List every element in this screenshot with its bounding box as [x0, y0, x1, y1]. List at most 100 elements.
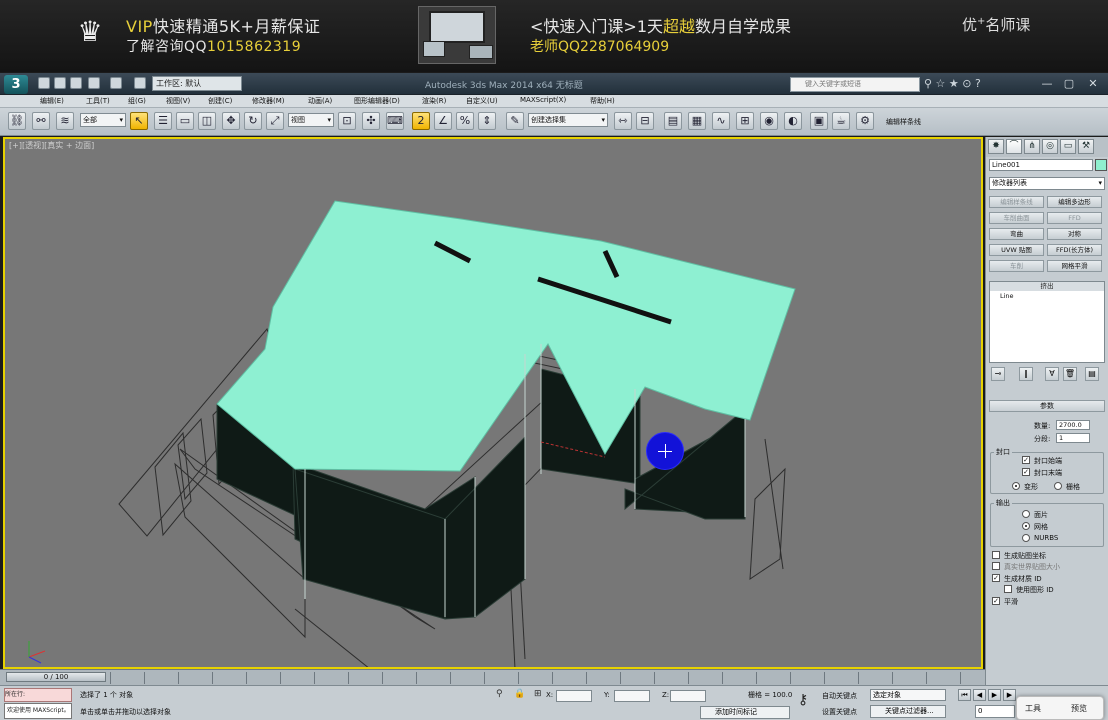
hierarchy-tab-icon[interactable]: ⋔ [1024, 139, 1040, 154]
y-coord-field[interactable] [614, 690, 650, 702]
mod-btn-ffd-box[interactable]: FFD(长方体) [1047, 244, 1102, 256]
use-shape-id-checkbox[interactable] [1004, 585, 1012, 593]
schematic-view-icon[interactable]: ⊞ [736, 112, 754, 130]
select-manipulate-icon[interactable]: ✣ [362, 112, 380, 130]
next-frame-icon[interactable]: ▶ [1003, 689, 1016, 701]
menu-help[interactable]: 帮助(H) [590, 96, 615, 106]
bind-space-warp-icon[interactable]: ≋ [56, 112, 74, 130]
key-target-dropdown[interactable]: 选定对象 [870, 689, 946, 701]
z-coord-field[interactable] [670, 690, 706, 702]
isolate-icon[interactable]: ⚲ [496, 689, 503, 699]
cap-end-checkbox[interactable]: ✓ [1022, 468, 1030, 476]
menu-graph-editors[interactable]: 图形编辑器(D) [354, 96, 400, 106]
modifier-stack[interactable]: 挤出 Line [989, 281, 1105, 363]
configure-sets-icon[interactable]: ▤ [1085, 367, 1099, 381]
patch-radio[interactable] [1022, 510, 1030, 518]
move-icon[interactable]: ✥ [222, 112, 240, 130]
project-folder-icon[interactable] [134, 77, 146, 89]
spinner-snap-icon[interactable]: ⇕ [478, 112, 496, 130]
remove-modifier-icon[interactable]: 🗑 [1063, 367, 1077, 381]
info-center-icons[interactable]: ⚲ ☆ ★ ⊙ ? [924, 77, 981, 90]
track-bar[interactable] [110, 672, 980, 684]
pivot-center-icon[interactable]: ⊡ [338, 112, 356, 130]
pin-stack-icon[interactable]: ⊸ [991, 367, 1005, 381]
window-crossing-icon[interactable]: ◫ [198, 112, 216, 130]
maximize-icon[interactable]: ▢ [1058, 75, 1080, 92]
scale-icon[interactable]: ⤢ [266, 112, 284, 130]
angle-snap-icon[interactable]: ∠ [434, 112, 452, 130]
mod-btn-symmetry[interactable]: 对称 [1047, 228, 1102, 240]
set-key-icon[interactable]: ⚷ [798, 692, 808, 708]
time-slider[interactable]: 0 / 100 [6, 672, 106, 682]
utilities-tab-icon[interactable]: ⚒ [1078, 139, 1094, 154]
redo-icon[interactable] [110, 77, 122, 89]
add-time-tag-button[interactable]: 添加时间标记 [700, 706, 790, 719]
minimize-icon[interactable]: — [1036, 75, 1058, 92]
render-setup-icon[interactable]: ◐ [784, 112, 802, 130]
render-iterative-icon[interactable]: ⚙ [856, 112, 874, 130]
morph-radio[interactable] [1012, 482, 1020, 490]
smooth-checkbox[interactable]: ✓ [992, 597, 1000, 605]
render-production-icon[interactable]: ☕ [832, 112, 850, 130]
modifier-list-dropdown[interactable]: 修改器列表 ▾ [989, 177, 1105, 190]
material-editor-icon[interactable]: ◉ [760, 112, 778, 130]
undo-icon[interactable] [88, 77, 100, 89]
edit-named-sel-icon[interactable]: ✎ [506, 112, 524, 130]
menu-rendering[interactable]: 渲染(R) [422, 96, 446, 106]
current-frame-field[interactable]: 0 [975, 705, 1015, 718]
real-world-map-checkbox[interactable] [992, 562, 1000, 570]
amount-spinner[interactable]: 2700.0 [1056, 420, 1090, 430]
rotate-icon[interactable]: ↻ [244, 112, 262, 130]
menu-edit[interactable]: 编辑(E) [40, 96, 64, 106]
app-logo-icon[interactable]: 3 [4, 75, 28, 94]
maxscript-mini-input[interactable]: 欢迎使用 MAXScript。 [4, 703, 72, 719]
viewport-label[interactable]: [+][透视][真实 + 边面] [9, 140, 94, 151]
ref-coord-dropdown[interactable]: 视图 ▾ [288, 113, 334, 127]
key-filters-button[interactable]: 关键点过滤器... [870, 705, 946, 718]
rect-selection-icon[interactable]: ▭ [176, 112, 194, 130]
menu-maxscript[interactable]: MAXScript(X) [520, 96, 566, 104]
menu-customize[interactable]: 自定义(U) [466, 96, 498, 106]
search-input[interactable]: 键入关键字或短语 [790, 77, 920, 92]
close-icon[interactable]: ✕ [1082, 75, 1104, 92]
stack-item-line[interactable]: Line [990, 291, 1104, 301]
display-tab-icon[interactable]: ▭ [1060, 139, 1076, 154]
perspective-viewport[interactable]: [+][透视][真实 + 边面] [3, 137, 983, 669]
mod-btn-edit-poly[interactable]: 编辑多边形 [1047, 196, 1102, 208]
gen-map-coords-checkbox[interactable] [992, 551, 1000, 559]
stack-item-extrude[interactable]: 挤出 [990, 282, 1104, 291]
cap-start-checkbox[interactable]: ✓ [1022, 456, 1030, 464]
create-tab-icon[interactable]: ✸ [988, 139, 1004, 154]
grid-radio[interactable] [1054, 482, 1062, 490]
snaps-toggle-icon[interactable]: 2 [412, 112, 430, 130]
make-unique-icon[interactable]: ∀ [1045, 367, 1059, 381]
workspace-dropdown[interactable]: 工作区: 默认 [152, 76, 242, 91]
selection-filter-dropdown[interactable]: 全部 ▾ [80, 113, 126, 127]
mod-btn-edit-spline[interactable]: 编辑样条线 [989, 196, 1044, 208]
layer-manager-icon[interactable]: ▤ [664, 112, 682, 130]
menu-group[interactable]: 组(G) [128, 96, 146, 106]
abs-rel-toggle-icon[interactable]: ⊞ [534, 689, 542, 699]
menu-views[interactable]: 视图(V) [166, 96, 190, 106]
popup-preview-button[interactable]: 预览 [1071, 703, 1087, 714]
select-object-icon[interactable]: ↖ [130, 112, 148, 130]
popup-tools-button[interactable]: 工具 [1025, 703, 1041, 714]
rendered-frame-icon[interactable]: ▣ [810, 112, 828, 130]
set-key-button[interactable]: 设置关键点 [822, 707, 857, 717]
prev-frame-icon[interactable]: ◀ [973, 689, 986, 701]
show-end-result-icon[interactable]: ‖ [1019, 367, 1033, 381]
mod-btn-uvw-map[interactable]: UVW 贴图 [989, 244, 1044, 256]
lock-selection-icon[interactable]: 🔒 [514, 689, 525, 699]
select-by-name-icon[interactable]: ☰ [154, 112, 172, 130]
x-coord-field[interactable] [556, 690, 592, 702]
link-icon[interactable]: ⛓ [8, 112, 26, 130]
motion-tab-icon[interactable]: ◎ [1042, 139, 1058, 154]
named-selection-dropdown[interactable]: 创建选择集 ▾ [528, 113, 608, 127]
object-name-field[interactable]: Line001 [989, 159, 1093, 171]
object-color-swatch[interactable] [1095, 159, 1107, 171]
segments-spinner[interactable]: 1 [1056, 433, 1090, 443]
keyboard-shortcut-icon[interactable]: ⌨ [386, 112, 404, 130]
curve-editor-icon[interactable]: ∿ [712, 112, 730, 130]
go-to-start-icon[interactable]: ⏮ [958, 689, 971, 701]
percent-snap-icon[interactable]: % [456, 112, 474, 130]
